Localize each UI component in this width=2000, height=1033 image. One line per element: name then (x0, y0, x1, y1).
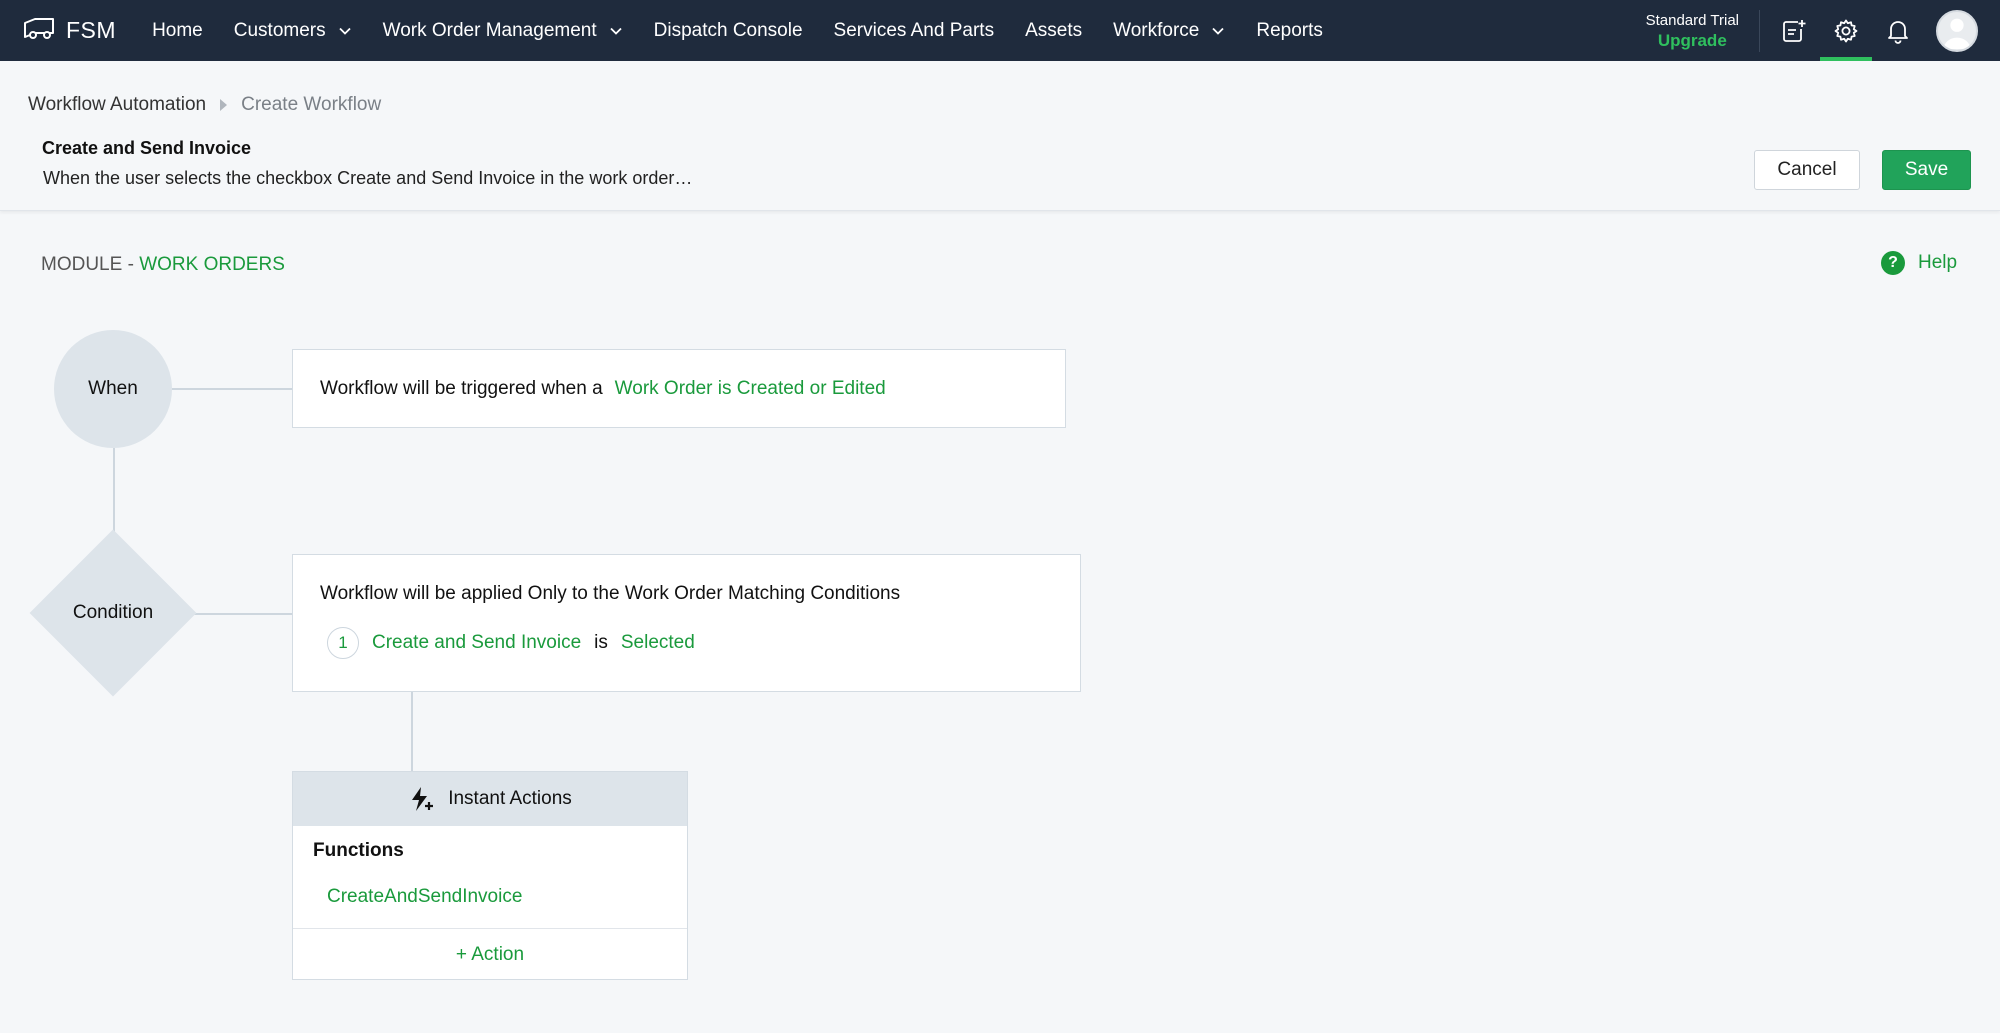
trial-label: Standard Trial (1645, 11, 1739, 29)
condition-node: Condition (29, 529, 197, 697)
user-silhouette-icon (1943, 18, 1971, 49)
fsm-logo-icon (22, 15, 56, 46)
top-navigation: FSM Home Customers Work Order Management… (0, 0, 2000, 61)
connector-when-to-trigger (172, 388, 292, 390)
breadcrumb: Workflow Automation Create Workflow (28, 94, 381, 116)
brand-name: FSM (66, 17, 117, 43)
nav-item-assets[interactable]: Assets (1025, 0, 1082, 61)
lightning-plus-icon (412, 787, 434, 811)
settings-button[interactable] (1820, 0, 1872, 61)
trigger-event-link[interactable]: Work Order is Created or Edited (615, 378, 886, 399)
nav-item-label: Workforce (1113, 19, 1200, 41)
notification-bell-icon (1888, 20, 1908, 44)
instant-actions-header: Instant Actions (293, 772, 687, 826)
help-icon: ? (1881, 251, 1905, 275)
chevron-down-icon (609, 27, 622, 35)
module-indicator: MODULE - WORK ORDERS (41, 254, 285, 276)
instant-actions-title: Instant Actions (448, 788, 572, 809)
nav-item-services-and-parts[interactable]: Services And Parts (834, 0, 995, 61)
condition-rule-field[interactable]: Create and Send Invoice (372, 632, 581, 654)
nav-item-reports[interactable]: Reports (1256, 0, 1323, 61)
trial-status: Standard Trial Upgrade (1646, 11, 1739, 51)
nav-item-workforce[interactable]: Workforce (1113, 0, 1225, 61)
module-name: WORK ORDERS (139, 254, 285, 275)
save-button[interactable]: Save (1882, 150, 1971, 190)
notifications-button[interactable] (1872, 0, 1924, 61)
condition-rule: 1 Create and Send Invoice is Selected (327, 627, 695, 659)
breadcrumb-separator-icon (220, 99, 228, 111)
when-node: When (54, 330, 172, 448)
nav-item-home[interactable]: Home (152, 0, 203, 61)
breadcrumb-current: Create Workflow (241, 94, 382, 115)
add-action-button[interactable]: + Action (293, 929, 687, 980)
condition-rule-number: 1 (327, 627, 359, 659)
workflow-description: When the user selects the checkbox Creat… (43, 168, 693, 188)
upgrade-link[interactable]: Upgrade (1646, 31, 1739, 51)
nav-item-dispatch-console[interactable]: Dispatch Console (654, 0, 803, 61)
nav-item-label: Dispatch Console (653, 19, 803, 41)
condition-description: Workflow will be applied Only to the Wor… (320, 583, 901, 604)
nav-item-label: Services And Parts (833, 19, 995, 41)
nav-item-label: Home (152, 19, 203, 41)
brand[interactable]: FSM (22, 0, 116, 61)
nav-item-label: Reports (1256, 19, 1323, 41)
new-note-button[interactable] (1768, 0, 1820, 61)
page-header: Workflow Automation Create Workflow Crea… (0, 61, 2000, 211)
module-prefix: MODULE - (41, 254, 140, 275)
main-menu: Home Customers Work Order Management Dis… (152, 0, 1354, 61)
nav-item-customers[interactable]: Customers (234, 0, 352, 61)
chevron-down-icon (338, 27, 351, 35)
connector-condition-to-actions (411, 692, 413, 771)
chevron-down-icon (1212, 27, 1224, 35)
nav-item-work-order-management[interactable]: Work Order Management (383, 0, 623, 61)
nav-right: Standard Trial Upgrade (1646, 0, 2000, 61)
function-item[interactable]: CreateAndSendInvoice (327, 886, 522, 908)
trigger-text: Workflow will be triggered when a Work Or… (320, 378, 886, 400)
condition-box: Workflow will be applied Only to the Wor… (292, 554, 1081, 692)
nav-item-label: Customers (233, 19, 326, 41)
trigger-box: Workflow will be triggered when a Work Or… (292, 349, 1066, 428)
nav-item-label: Work Order Management (382, 19, 597, 41)
user-avatar[interactable] (1936, 9, 1978, 52)
breadcrumb-workflow-automation[interactable]: Workflow Automation (28, 94, 206, 116)
help-link[interactable]: ? Help (1881, 251, 1957, 275)
nav-divider (1759, 9, 1760, 52)
condition-rule-value[interactable]: Selected (621, 632, 695, 654)
help-label: Help (1918, 252, 1958, 273)
workflow-title: Create and Send Invoice (42, 138, 252, 158)
condition-rule-operator: is (594, 632, 608, 653)
cancel-button[interactable]: Cancel (1754, 150, 1860, 190)
new-note-icon (1783, 19, 1806, 42)
instant-actions-box: Instant Actions Functions CreateAndSendI… (292, 771, 688, 980)
nav-item-label: Assets (1025, 19, 1083, 41)
condition-node-label: Condition (72, 602, 154, 623)
settings-gear-icon (1834, 19, 1858, 42)
trigger-description: Workflow will be triggered when a (320, 378, 603, 399)
functions-label: Functions (313, 840, 404, 861)
when-node-label: When (88, 378, 138, 399)
